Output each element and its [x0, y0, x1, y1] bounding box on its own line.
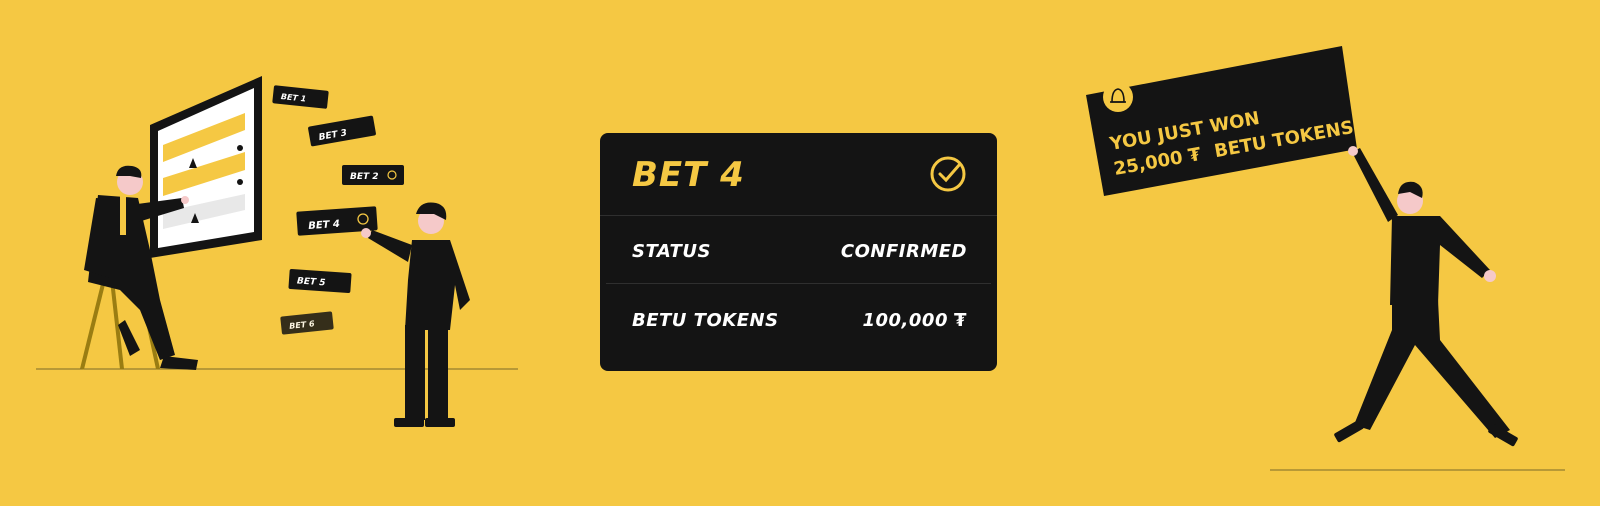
svg-text:BET 5: BET 5 [297, 276, 326, 288]
check-circle-icon [930, 156, 966, 192]
token-icon: ₮ [953, 309, 967, 331]
win-sign: YOU JUST WON 25,000 ₮ BETU TOKENS [1086, 46, 1357, 196]
bet-chip-1: BET 1 [272, 85, 329, 109]
bet-chip-5: BET 5 [288, 268, 352, 294]
svg-text:BET 4: BET 4 [308, 219, 340, 232]
tokens-label: BETU TOKENS [632, 309, 779, 331]
standing-person-illustration [361, 202, 470, 427]
bet-card: BET 4 STATUS CONFIRMED BETU TOKENS 100,0… [600, 133, 997, 371]
bet-chip-3: BET 3 [308, 115, 376, 147]
divider [606, 283, 991, 284]
divider [600, 215, 997, 216]
monitor-illustration [150, 76, 262, 258]
tokens-value: 100,000 [862, 309, 948, 331]
svg-text:BET 2: BET 2 [350, 172, 379, 182]
bet-title: BET 4 [632, 155, 745, 195]
tokens-row: BETU TOKENS 100,000 ₮ [632, 305, 967, 335]
status-row: STATUS CONFIRMED [632, 236, 967, 266]
bet-chip-6: BET 6 [280, 311, 334, 335]
bet-chip-2: BET 2 [342, 165, 404, 185]
tokens-value-group: 100,000 ₮ [862, 310, 967, 331]
status-label: STATUS [632, 240, 711, 262]
celebrating-person-illustration [1334, 146, 1518, 447]
status-value: CONFIRMED [840, 240, 967, 262]
